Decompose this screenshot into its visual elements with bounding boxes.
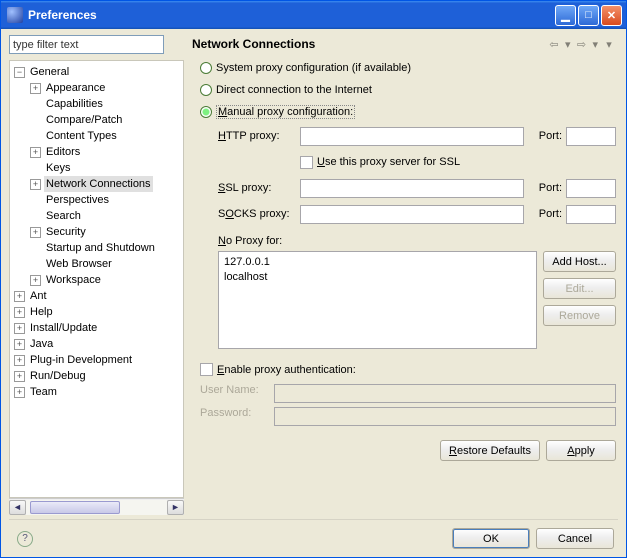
no-proxy-list[interactable]: 127.0.0.1 localhost bbox=[218, 251, 537, 349]
expand-icon[interactable]: + bbox=[14, 339, 25, 350]
dialog-footer: ? OK Cancel bbox=[9, 519, 618, 549]
expand-icon[interactable]: + bbox=[30, 147, 41, 158]
nav-back-icon[interactable]: ⇦ bbox=[547, 37, 561, 51]
tree-item-general[interactable]: General bbox=[28, 64, 71, 80]
scroll-right-icon[interactable]: ► bbox=[167, 500, 184, 515]
radio-manual-proxy-label: Manual proxy configuration: bbox=[216, 105, 355, 119]
left-pane: −General +Appearance Capabilities Compar… bbox=[9, 35, 184, 515]
tree-item-keys[interactable]: Keys bbox=[44, 160, 72, 176]
app-icon bbox=[7, 7, 23, 23]
tree-item-workspace[interactable]: Workspace bbox=[44, 272, 103, 288]
list-item[interactable]: localhost bbox=[224, 270, 531, 285]
expand-icon[interactable]: + bbox=[30, 227, 41, 238]
remove-button[interactable]: Remove bbox=[543, 305, 616, 326]
maximize-button[interactable]: □ bbox=[578, 5, 599, 26]
scroll-thumb[interactable] bbox=[30, 501, 120, 514]
enable-auth-checkbox[interactable] bbox=[200, 363, 213, 376]
collapse-icon[interactable]: − bbox=[14, 67, 25, 78]
expand-icon[interactable]: + bbox=[14, 355, 25, 366]
no-proxy-label: No Proxy for: bbox=[218, 235, 616, 247]
tree-item-capabilities[interactable]: Capabilities bbox=[44, 96, 105, 112]
password-label: Password: bbox=[200, 407, 268, 426]
expand-icon[interactable]: + bbox=[30, 179, 41, 190]
view-menu-icon[interactable]: ▾ bbox=[602, 37, 616, 51]
apply-button[interactable]: Apply bbox=[546, 440, 616, 461]
edit-button[interactable]: Edit... bbox=[543, 278, 616, 299]
expand-icon[interactable]: + bbox=[14, 371, 25, 382]
list-item[interactable]: 127.0.0.1 bbox=[224, 255, 531, 270]
socks-proxy-input[interactable] bbox=[300, 205, 524, 224]
socks-port-input[interactable] bbox=[566, 205, 616, 224]
tree-item-startup-shutdown[interactable]: Startup and Shutdown bbox=[44, 240, 157, 256]
username-input bbox=[274, 384, 616, 403]
tree-item-ant[interactable]: Ant bbox=[28, 288, 49, 304]
minimize-button[interactable]: ▁ bbox=[555, 5, 576, 26]
radio-direct-connection[interactable] bbox=[200, 84, 212, 96]
add-host-button[interactable]: Add Host... bbox=[543, 251, 616, 272]
http-port-label: Port: bbox=[534, 130, 562, 142]
expand-icon[interactable]: + bbox=[30, 83, 41, 94]
tree-horizontal-scrollbar[interactable]: ◄ ► bbox=[9, 498, 184, 515]
use-for-ssl-checkbox[interactable] bbox=[300, 156, 313, 169]
close-button[interactable]: ✕ bbox=[601, 5, 622, 26]
filter-input[interactable] bbox=[9, 35, 164, 54]
socks-port-label: Port: bbox=[534, 208, 562, 220]
ssl-port-label: Port: bbox=[534, 182, 562, 194]
tree-item-editors[interactable]: Editors bbox=[44, 144, 82, 160]
window-title: Preferences bbox=[28, 8, 97, 22]
tree-item-compare-patch[interactable]: Compare/Patch bbox=[44, 112, 124, 128]
username-label: User Name: bbox=[200, 384, 268, 403]
tree-item-network-connections[interactable]: Network Connections bbox=[44, 176, 153, 192]
help-icon[interactable]: ? bbox=[17, 531, 33, 547]
expand-icon[interactable]: + bbox=[14, 387, 25, 398]
tree-item-appearance[interactable]: Appearance bbox=[44, 80, 107, 96]
scroll-left-icon[interactable]: ◄ bbox=[9, 500, 26, 515]
tree-item-search[interactable]: Search bbox=[44, 208, 83, 224]
radio-direct-connection-label: Direct connection to the Internet bbox=[216, 84, 372, 96]
radio-system-proxy-label: System proxy configuration (if available… bbox=[216, 62, 411, 74]
tree-item-java[interactable]: Java bbox=[28, 336, 55, 352]
http-proxy-input[interactable] bbox=[300, 127, 524, 146]
ssl-proxy-input[interactable] bbox=[300, 179, 524, 198]
titlebar[interactable]: Preferences ▁ □ ✕ bbox=[1, 1, 626, 29]
radio-system-proxy[interactable] bbox=[200, 62, 212, 74]
page-title: Network Connections bbox=[192, 37, 547, 51]
ssl-port-input[interactable] bbox=[566, 179, 616, 198]
tree-item-perspectives[interactable]: Perspectives bbox=[44, 192, 111, 208]
expand-icon[interactable]: + bbox=[14, 307, 25, 318]
dialog-content: −General +Appearance Capabilities Compar… bbox=[1, 29, 626, 557]
ssl-proxy-label: SSL proxy: bbox=[218, 182, 296, 194]
password-input bbox=[274, 407, 616, 426]
http-proxy-label: HTTP proxy: bbox=[218, 130, 296, 142]
expand-icon[interactable]: + bbox=[30, 275, 41, 286]
tree-item-run-debug[interactable]: Run/Debug bbox=[28, 368, 88, 384]
tree-item-install-update[interactable]: Install/Update bbox=[28, 320, 99, 336]
tree-item-content-types[interactable]: Content Types bbox=[44, 128, 119, 144]
expand-icon[interactable]: + bbox=[14, 291, 25, 302]
expand-icon[interactable]: + bbox=[14, 323, 25, 334]
tree-item-security[interactable]: Security bbox=[44, 224, 88, 240]
tree-item-help[interactable]: Help bbox=[28, 304, 55, 320]
tree-item-plugin-dev[interactable]: Plug-in Development bbox=[28, 352, 134, 368]
tree-item-team[interactable]: Team bbox=[28, 384, 59, 400]
enable-auth-label: Enable proxy authentication: bbox=[217, 364, 356, 376]
socks-proxy-label: SOCKS proxy: bbox=[218, 208, 296, 220]
preference-tree[interactable]: −General +Appearance Capabilities Compar… bbox=[9, 60, 184, 498]
right-pane: Network Connections ⇦▾ ⇨▾ ▾ System proxy… bbox=[190, 35, 618, 515]
nav-forward-icon[interactable]: ⇨ bbox=[574, 37, 588, 51]
preferences-dialog: Preferences ▁ □ ✕ −General +Appearance bbox=[0, 0, 627, 558]
radio-manual-proxy[interactable] bbox=[200, 106, 212, 118]
tree-item-web-browser[interactable]: Web Browser bbox=[44, 256, 114, 272]
use-for-ssl-label: Use this proxy server for SSL bbox=[317, 156, 460, 168]
http-port-input[interactable] bbox=[566, 127, 616, 146]
cancel-button[interactable]: Cancel bbox=[536, 528, 614, 549]
restore-defaults-button[interactable]: Restore Defaults bbox=[440, 440, 540, 461]
ok-button[interactable]: OK bbox=[452, 528, 530, 549]
